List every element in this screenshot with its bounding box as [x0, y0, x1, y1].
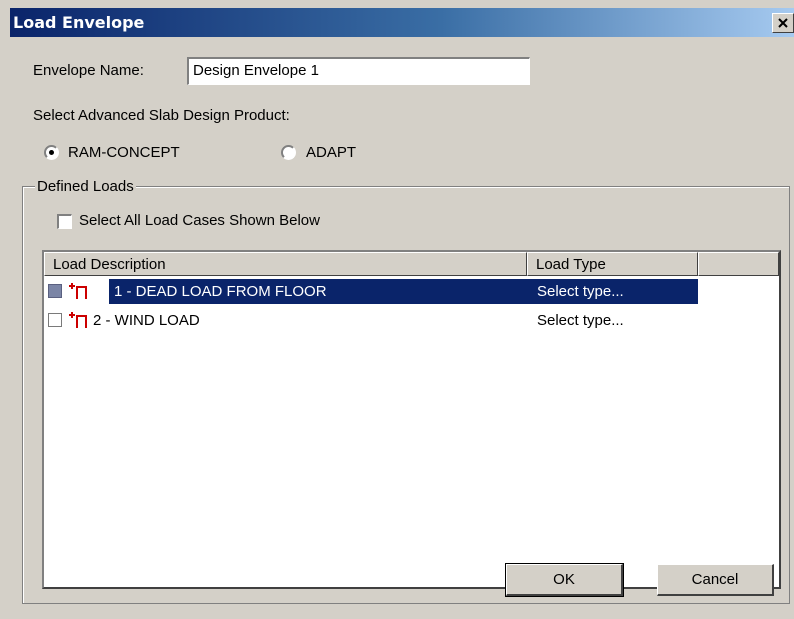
row-load-type[interactable]: Select type...	[537, 312, 624, 329]
list-row[interactable]: 1 - DEAD LOAD FROM FLOOR Select type...	[44, 279, 779, 304]
list-row[interactable]: 2 - WIND LOAD Select type...	[44, 308, 779, 333]
row-description: 2 - WIND LOAD	[93, 312, 200, 329]
loads-list[interactable]: Load Description Load Type 1 - DEAD LOAD…	[42, 250, 781, 589]
column-header-load-type[interactable]: Load Type	[527, 252, 698, 276]
load-case-icon	[69, 312, 87, 328]
row-checkbox[interactable]	[48, 284, 62, 298]
cancel-button[interactable]: Cancel	[657, 564, 774, 596]
close-icon	[778, 18, 788, 28]
close-button[interactable]	[772, 13, 794, 33]
title-bar: Load Envelope	[10, 8, 794, 37]
radio-ram-concept-label[interactable]: RAM-CONCEPT	[68, 144, 180, 161]
ok-button[interactable]: OK	[505, 563, 624, 597]
load-case-icon	[69, 283, 87, 299]
select-all-label[interactable]: Select All Load Cases Shown Below	[79, 212, 320, 229]
radio-adapt-label[interactable]: ADAPT	[306, 144, 356, 161]
radio-selected-dot	[49, 150, 54, 155]
defined-loads-title: Defined Loads	[35, 178, 136, 195]
select-all-checkbox[interactable]	[57, 214, 72, 229]
envelope-name-label: Envelope Name:	[33, 62, 144, 79]
row-load-type[interactable]: Select type...	[537, 283, 624, 300]
radio-ram-concept[interactable]	[44, 145, 59, 160]
radio-adapt[interactable]	[281, 145, 296, 160]
row-description: 1 - DEAD LOAD FROM FLOOR	[114, 283, 327, 300]
row-checkbox[interactable]	[48, 313, 62, 327]
column-header-load-description[interactable]: Load Description	[44, 252, 527, 276]
column-header-filler	[698, 252, 779, 276]
envelope-name-input[interactable]: Design Envelope 1	[187, 57, 530, 85]
product-label: Select Advanced Slab Design Product:	[33, 107, 290, 124]
window-title: Load Envelope	[13, 13, 145, 32]
